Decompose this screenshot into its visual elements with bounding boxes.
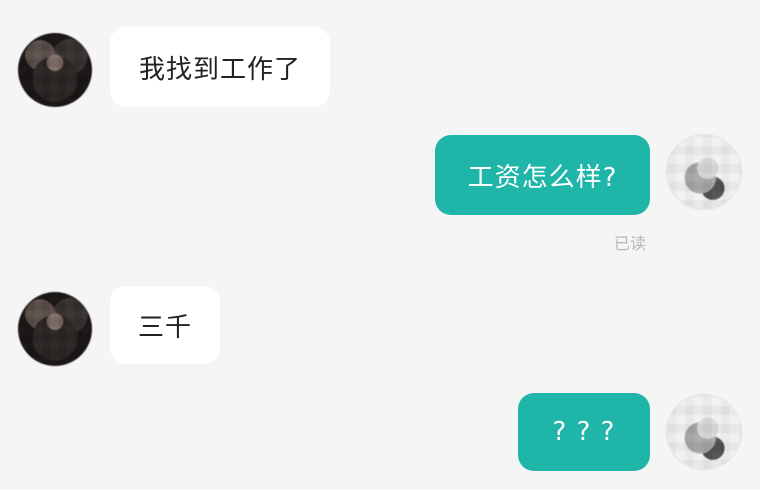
message-bubble-incoming[interactable]: 三千 [110,286,220,364]
user-avatar[interactable] [666,134,742,210]
message-bubble-outgoing[interactable]: ? ? ? [518,393,650,471]
contact-avatar[interactable] [18,292,92,366]
message-text: 我找到工作了 [138,54,301,85]
message-text: 工资怎么样? [467,162,618,193]
chat-thread: 我找到工作了 工资怎么样? 已读 三千 ? ? ? [0,0,760,490]
contact-avatar[interactable] [18,33,92,107]
read-status: 已读 [614,234,647,253]
message-bubble-incoming[interactable]: 我找到工作了 [110,27,330,107]
user-avatar[interactable] [666,394,742,470]
message-bubble-outgoing[interactable]: 工资怎么样? [435,135,650,215]
message-text: 三千 [137,312,192,343]
message-text: ? ? ? [552,417,616,447]
